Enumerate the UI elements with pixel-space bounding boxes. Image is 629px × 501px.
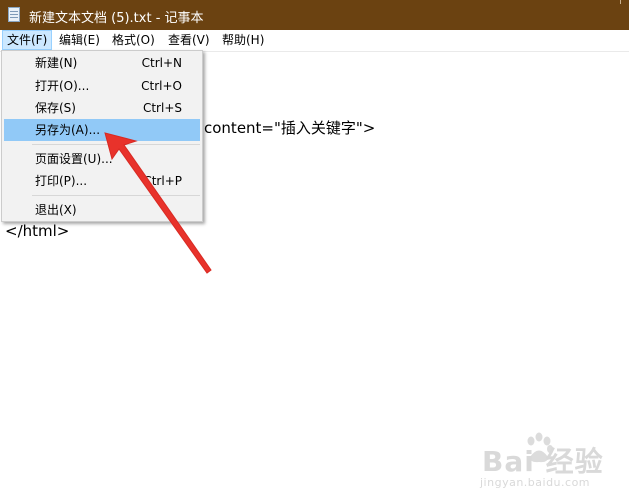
menu-item-label: 打印(P)... — [35, 174, 88, 188]
menu-item-shortcut: Ctrl+P — [143, 174, 182, 188]
menu-item-label: 页面设置(U)... — [35, 152, 113, 166]
notepad-icon — [8, 7, 20, 22]
menu-item-save[interactable]: 保存(S) Ctrl+S — [4, 97, 200, 119]
menu-item-shortcut: Ctrl+O — [141, 79, 182, 93]
watermark-url: jingyan.baidu.com — [480, 476, 591, 489]
file-menu-dropdown: 新建(N) Ctrl+N 打开(O)... Ctrl+O 保存(S) Ctrl+… — [1, 50, 203, 222]
menu-item-print[interactable]: 打印(P)... Ctrl+P — [4, 170, 200, 192]
text-line-meta: content="插入关键字"> — [204, 119, 376, 137]
baidu-watermark: Bai 经验 jingyan.baidu.com — [478, 432, 618, 494]
menu-file[interactable]: 文件(F) — [2, 30, 53, 50]
menu-item-label: 打开(O)... — [35, 79, 90, 93]
menu-separator — [32, 144, 200, 145]
notepad-window: 新建文本文档 (5).txt - 记事本 文件(F) 编辑(E) 格式(O) 查… — [0, 0, 629, 501]
menu-item-shortcut: Ctrl+S — [142, 101, 182, 115]
menu-item-shortcut: Ctrl+N — [141, 56, 182, 70]
menu-item-label: 新建(N) — [35, 56, 78, 70]
window-title: 新建文本文档 (5).txt - 记事本 — [29, 11, 204, 26]
menu-view[interactable]: 查看(V) — [164, 30, 214, 50]
menu-item-page-setup[interactable]: 页面设置(U)... — [4, 148, 200, 170]
watermark-brand: Bai 经验 — [482, 445, 604, 478]
menu-item-save-as[interactable]: 另存为(A)... — [4, 119, 200, 141]
menu-help[interactable]: 帮助(H) — [218, 30, 268, 50]
menu-separator — [32, 195, 200, 196]
menu-bar: 文件(F) 编辑(E) 格式(O) 查看(V) 帮助(H) — [0, 30, 629, 50]
title-bar[interactable]: 新建文本文档 (5).txt - 记事本 — [0, 0, 629, 30]
menu-format[interactable]: 格式(O) — [108, 30, 159, 50]
menu-item-exit[interactable]: 退出(X) — [4, 199, 200, 221]
text-line-html-close: </html> — [5, 222, 70, 240]
menu-edit[interactable]: 编辑(E) — [55, 30, 104, 50]
window-control-edge — [620, 0, 621, 4]
menu-item-label: 保存(S) — [35, 101, 76, 115]
menu-item-label: 另存为(A)... — [35, 123, 101, 137]
menu-item-open[interactable]: 打开(O)... Ctrl+O — [4, 75, 200, 97]
menu-item-new[interactable]: 新建(N) Ctrl+N — [4, 52, 200, 74]
menu-item-label: 退出(X) — [35, 203, 77, 217]
